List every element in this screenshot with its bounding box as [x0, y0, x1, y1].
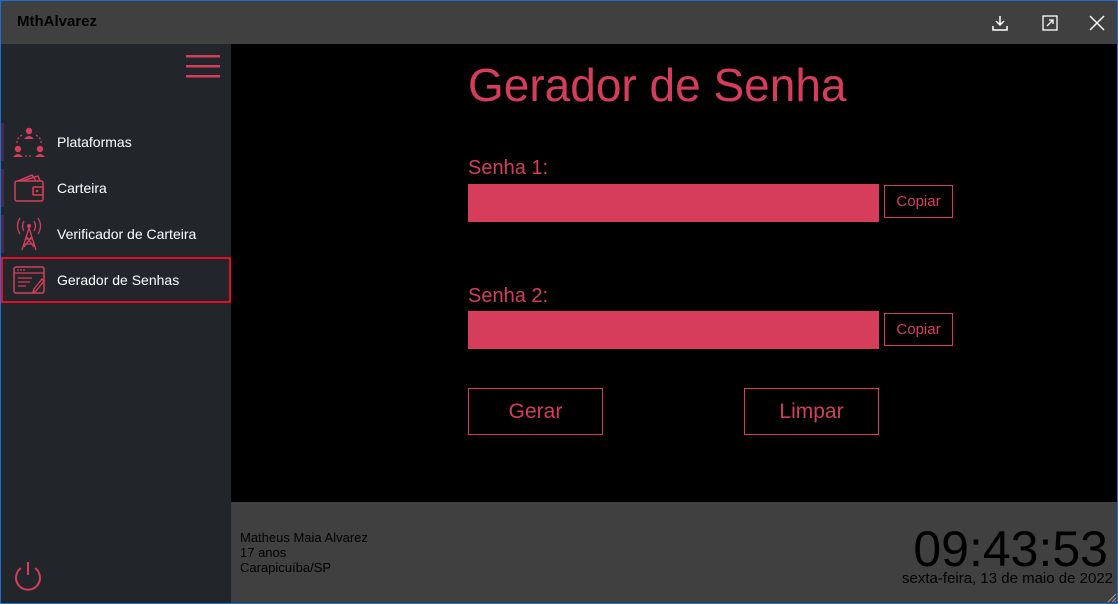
maximize-icon [1042, 15, 1058, 31]
sidebar-item-label: Gerador de Senhas [57, 272, 180, 288]
password-1-label: Senha 1: [468, 157, 549, 179]
menu-toggle-button[interactable] [186, 54, 220, 78]
sidebar-item-verificador-de-carteira[interactable]: Verificador de Carteira [1, 211, 231, 257]
download-icon [992, 16, 1008, 31]
download-button[interactable] [986, 9, 1014, 37]
sidebar-item-label: Verificador de Carteira [57, 226, 197, 242]
status-footer: Matheus Maia Alvarez 17 anos Carapicuíba… [231, 502, 1117, 603]
resize-grip-icon[interactable] [1105, 591, 1117, 603]
users-network-icon [13, 127, 45, 157]
clear-button[interactable]: Limpar [744, 388, 879, 435]
sidebar-item-plataformas[interactable]: Plataformas [1, 119, 231, 165]
power-icon [15, 562, 41, 591]
hamburger-menu-icon [186, 55, 220, 78]
page-title: Gerador de Senha [468, 59, 847, 111]
app-window: MthAlvarez Plataformas Carteira Verifica… [0, 0, 1118, 604]
user-name: Matheus Maia Alvarez [240, 530, 368, 545]
item-accent [1, 123, 4, 161]
wallet-icon [14, 174, 44, 202]
main-content: Gerador de Senha Senha 1: Copiar Senha 2… [231, 44, 1117, 502]
app-title: MthAlvarez [17, 13, 98, 30]
sidebar-item-label: Plataformas [57, 134, 132, 150]
password-1-field[interactable] [468, 184, 879, 222]
sidebar-item-label: Carteira [57, 180, 107, 196]
antenna-tower-icon [16, 217, 42, 251]
close-icon [1089, 15, 1105, 31]
maximize-button[interactable] [1036, 9, 1064, 37]
copy-password-1-button[interactable]: Copiar [884, 185, 953, 218]
item-accent [1, 169, 4, 207]
item-accent [1, 215, 4, 253]
password-2-label: Senha 2: [468, 285, 549, 307]
close-button[interactable] [1083, 9, 1111, 37]
sidebar: Plataformas Carteira Verificador de Cart… [1, 44, 231, 603]
clock-date: sexta-feira, 13 de maio de 2022 [902, 570, 1113, 587]
user-info: Matheus Maia Alvarez 17 anos Carapicuíba… [240, 530, 368, 575]
generate-button[interactable]: Gerar [468, 388, 603, 435]
password-form-icon [13, 266, 45, 294]
sidebar-item-gerador-de-senhas[interactable]: Gerador de Senhas [1, 257, 231, 303]
user-city: Carapicuíba/SP [240, 560, 332, 575]
sidebar-item-carteira[interactable]: Carteira [1, 165, 231, 211]
copy-password-2-button[interactable]: Copiar [884, 313, 953, 346]
title-bar[interactable]: MthAlvarez [1, 1, 1117, 44]
password-2-field[interactable] [468, 311, 879, 349]
power-button[interactable] [11, 559, 45, 593]
user-age: 17 anos [240, 545, 287, 560]
